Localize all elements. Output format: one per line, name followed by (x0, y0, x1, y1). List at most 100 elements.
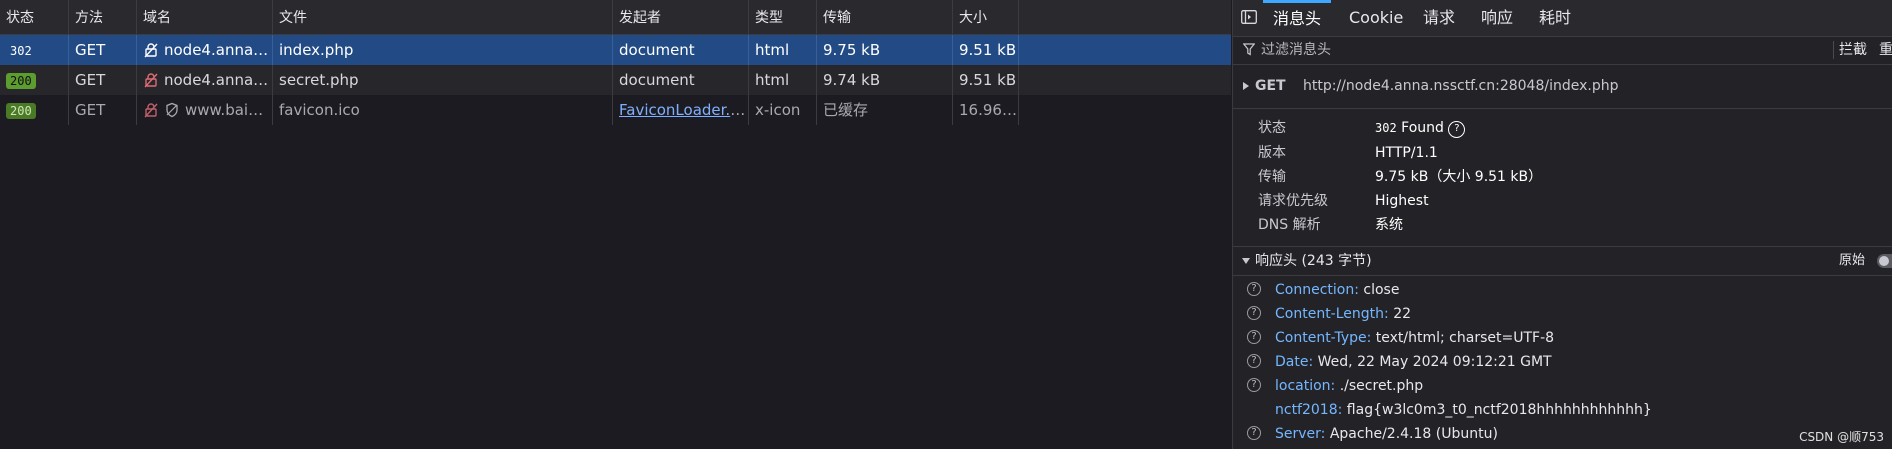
collapse-arrow-icon[interactable] (1242, 258, 1250, 264)
request-row[interactable]: 302 GET node4.anna.nssctf.... index.php … (0, 35, 1231, 65)
request-summary[interactable]: GET http://node4.anna.nssctf.cn:28048/in… (1233, 64, 1892, 109)
header-value: 22 (1393, 306, 1412, 322)
type-cell: x-icon (749, 95, 817, 125)
info-key: 状态 (1258, 120, 1286, 136)
info-priority: 请求优先级 Highest (1233, 189, 1892, 213)
help-icon[interactable]: ? (1247, 282, 1261, 296)
help-icon[interactable]: ? (1247, 354, 1261, 368)
header-value: ./secret.php (1339, 378, 1424, 394)
request-row[interactable]: 200 GET node4.anna.nssctf.... secret.php… (0, 65, 1231, 95)
info-transferred: 传输 9.75 kB（大小 9.51 kB） (1233, 165, 1892, 189)
info-key: DNS 解析 (1258, 217, 1321, 233)
method-cell: GET (69, 95, 137, 125)
raw-toggle[interactable] (1877, 254, 1892, 268)
filter-headers-input[interactable]: 过滤消息头 (1261, 36, 1331, 64)
tab-request[interactable]: 请求 (1413, 0, 1465, 36)
header-name: Content-Length: (1275, 306, 1389, 322)
response-header: ? Server: Apache/2.4.18 (Ubuntu) (1233, 422, 1892, 446)
method-cell: GET (69, 65, 137, 95)
expand-arrow-icon[interactable] (1243, 82, 1249, 90)
header-value: flag{w3lc0m3_t0_nctf2018hhhhhhhhhhhh} (1346, 402, 1652, 418)
status-code: 302 (10, 44, 32, 58)
summary-method: GET (1255, 78, 1286, 94)
status-code: 200 (6, 73, 36, 89)
tab-headers[interactable]: 消息头 (1263, 0, 1332, 36)
response-header: nctf2018: flag{w3lc0m3_t0_nctf2018hhhhhh… (1233, 398, 1892, 422)
details-tabs: 消息头 Cookie 请求 响应 耗时 (1233, 0, 1892, 37)
status-code: 200 (6, 103, 36, 119)
request-row[interactable]: 200 GET www.baidu.com favicon.ico Favico… (0, 95, 1231, 125)
file-cell: secret.php (273, 65, 613, 95)
tab-timings[interactable]: 耗时 (1529, 0, 1581, 36)
domain-cell: www.baidu.com (137, 95, 273, 125)
info-key: 版本 (1258, 145, 1286, 161)
block-button[interactable]: 拦截 (1839, 36, 1867, 64)
help-icon[interactable]: ? (1247, 330, 1261, 344)
type-cell: html (749, 65, 817, 95)
file-cell: index.php (273, 35, 613, 65)
response-header: ? Date: Wed, 22 May 2024 09:12:21 GMT (1233, 350, 1892, 374)
info-value: HTTP/1.1 (1375, 145, 1438, 161)
header-value: Apache/2.4.18 (Ubuntu) (1329, 426, 1498, 442)
response-headers-section[interactable]: 响应头 (243 字节) 原始 (1233, 246, 1892, 276)
initiator-cell: document (613, 65, 749, 95)
col-size[interactable]: 大小 (953, 0, 1019, 34)
col-type[interactable]: 类型 (749, 0, 817, 34)
status-cell: 302 (0, 35, 69, 65)
header-name: Date: (1275, 354, 1314, 370)
transferred-cell: 9.74 kB (817, 65, 953, 95)
response-header: ? Content-Type: text/html; charset=UTF-8 (1233, 326, 1892, 350)
help-icon[interactable]: ? (1247, 306, 1261, 320)
transferred-cell: 已缓存 (817, 95, 953, 125)
col-domain[interactable]: 域名 (137, 0, 273, 34)
info-value: 系统 (1375, 217, 1403, 233)
insecure-lock-icon (144, 43, 158, 58)
domain-cell: node4.anna.nssctf.... (137, 35, 273, 65)
request-details-panel: 消息头 Cookie 请求 响应 耗时 过滤消息头 拦截 重 GET http:… (1232, 0, 1892, 449)
header-name: Content-Type: (1275, 330, 1372, 346)
header-name: Server: (1275, 426, 1326, 442)
initiator-cell: document (613, 35, 749, 65)
col-status[interactable]: 状态 (0, 0, 69, 34)
filter-icon (1243, 43, 1255, 56)
help-icon[interactable]: ? (1247, 426, 1261, 440)
col-file[interactable]: 文件 (273, 0, 613, 34)
raw-toggle-label: 原始 (1839, 253, 1866, 268)
help-icon[interactable]: ? (1247, 378, 1261, 392)
tab-cookies[interactable]: Cookie (1339, 0, 1413, 36)
header-filter-bar: 过滤消息头 拦截 重 (1233, 36, 1892, 65)
toggle-knob (1879, 256, 1889, 266)
request-table-header: 状态 方法 域名 文件 发起者 类型 传输 大小 (0, 0, 1231, 35)
request-list: 状态 方法 域名 文件 发起者 类型 传输 大小 302 GET node4.a… (0, 0, 1231, 449)
domain-text: node4.anna.nssctf.... (164, 41, 272, 59)
header-value: Wed, 22 May 2024 09:12:21 GMT (1317, 354, 1552, 370)
info-key: 请求优先级 (1258, 193, 1328, 209)
info-status: 状态 302 Found ? (1233, 116, 1892, 140)
size-cell: 16.96 kB (953, 95, 1019, 125)
insecure-lock-icon (144, 73, 158, 88)
response-header: ? Content-Length: 22 (1233, 302, 1892, 326)
info-key: 传输 (1258, 169, 1286, 185)
tracker-shield-icon (166, 102, 178, 118)
info-version: 版本 HTTP/1.1 (1233, 141, 1892, 165)
col-method[interactable]: 方法 (69, 0, 137, 34)
method-cell: GET (69, 35, 137, 65)
resend-button[interactable]: 重 (1879, 36, 1892, 64)
tab-response[interactable]: 响应 (1471, 0, 1523, 36)
info-dns: DNS 解析 系统 (1233, 213, 1892, 237)
initiator-cell[interactable]: FaviconLoader.sys.mj... (613, 95, 749, 125)
status-cell: 200 (0, 95, 69, 125)
status-text: Found (1401, 120, 1444, 136)
header-name: location: (1275, 378, 1336, 394)
header-name: Connection: (1275, 282, 1359, 298)
initiator-link[interactable]: FaviconLoader.sys.mj... (619, 101, 748, 119)
toggle-panel-icon[interactable] (1241, 10, 1257, 24)
help-icon[interactable]: ? (1448, 121, 1466, 138)
divider (1833, 41, 1834, 59)
col-transferred[interactable]: 传输 (817, 0, 953, 34)
summary-url: http://node4.anna.nssctf.cn:28048/index.… (1303, 78, 1619, 94)
col-initiator[interactable]: 发起者 (613, 0, 749, 34)
response-headers-title: 响应头 (243 字节) (1255, 253, 1372, 269)
status-cell: 200 (0, 65, 69, 95)
size-cell: 9.51 kB (953, 65, 1019, 95)
